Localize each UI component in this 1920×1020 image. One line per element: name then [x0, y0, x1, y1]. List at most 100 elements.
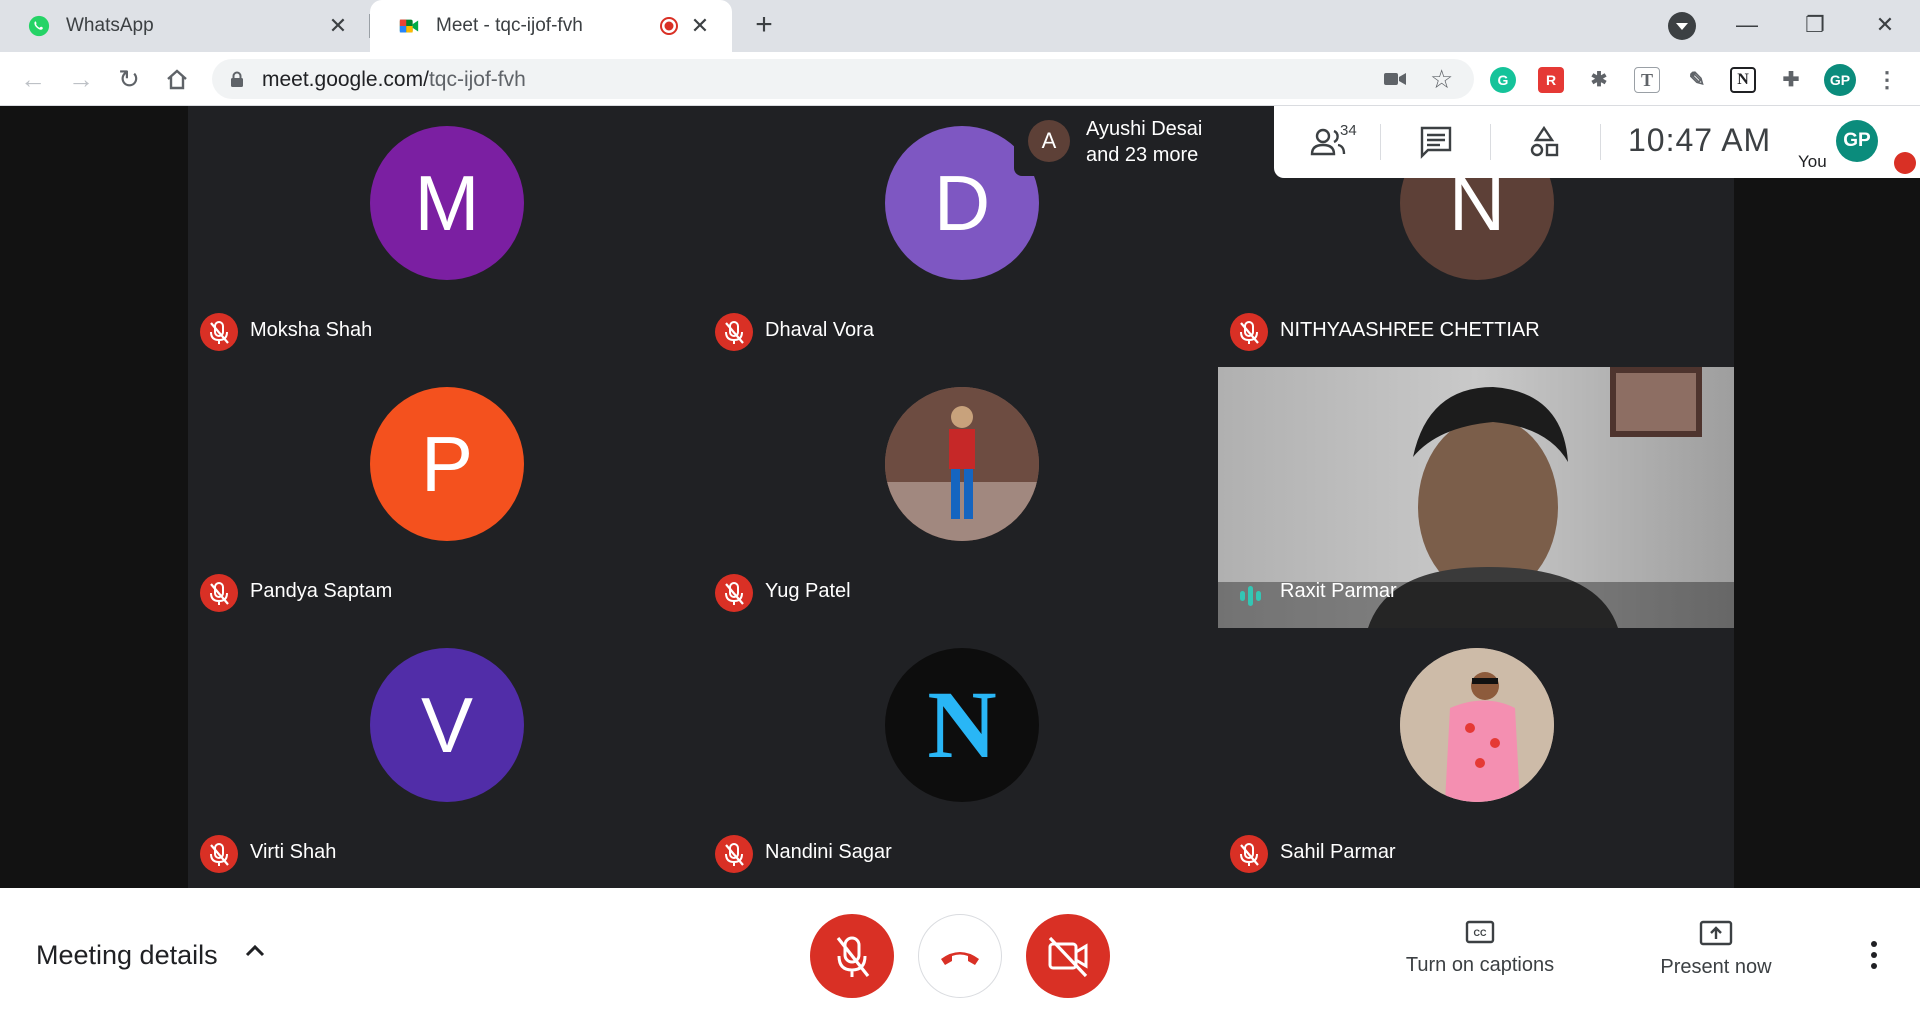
- puzzle-icon[interactable]: ✚: [1778, 67, 1804, 93]
- meeting-info-bar: 34 10:47 AM You GP: [1274, 106, 1920, 178]
- participant-tile[interactable]: Yug Patel: [703, 367, 1219, 628]
- forward-button[interactable]: →: [64, 62, 98, 96]
- divider: [1490, 124, 1491, 160]
- chat-icon[interactable]: [1416, 124, 1456, 160]
- url-path: tqc-ijof-fvh: [428, 68, 526, 91]
- leave-call-button[interactable]: [918, 914, 1002, 998]
- participant-tile[interactable]: V Virti Shah: [188, 628, 704, 889]
- closed-captions-icon: CC: [1465, 920, 1495, 944]
- camera-off-icon: [1048, 936, 1088, 978]
- people-count: 34: [1340, 122, 1357, 139]
- participant-name: Pandya Saptam: [250, 580, 393, 602]
- muted-mic-icon: [715, 574, 753, 612]
- tab-search-button[interactable]: [1668, 12, 1696, 40]
- participant-name: Virti Shah: [250, 841, 337, 863]
- activities-icon[interactable]: [1524, 124, 1564, 160]
- stage-margin-right: [1734, 106, 1920, 888]
- chevron-up-icon[interactable]: [240, 936, 270, 966]
- notion-icon[interactable]: N: [1730, 67, 1756, 93]
- lock-icon: [231, 71, 243, 87]
- whatsapp-icon: [28, 15, 50, 37]
- muted-mic-icon: [715, 835, 753, 873]
- participant-avatar: V: [370, 648, 524, 802]
- meeting-stage: M Moksha Shah D Dhaval Vora N NITHYAASHR…: [0, 106, 1920, 888]
- divider: [1380, 124, 1381, 160]
- participant-name: Dhaval Vora: [765, 319, 874, 341]
- participant-tile[interactable]: Sahil Parmar: [1218, 628, 1734, 889]
- participant-video-tile[interactable]: Raxit Parmar: [1218, 367, 1734, 628]
- muted-mic-icon: [715, 313, 753, 351]
- call-controls: Meeting details CC Turn on captions Pres…: [0, 888, 1920, 1020]
- microphone-toggle-button[interactable]: [810, 914, 894, 998]
- presenter-label: Ayushi Desai and 23 more: [1086, 116, 1202, 168]
- tab-whatsapp[interactable]: WhatsApp ✕: [0, 0, 370, 52]
- reload-button[interactable]: ↻: [112, 62, 146, 96]
- participant-name: Raxit Parmar: [1280, 580, 1397, 602]
- camera-in-use-icon[interactable]: [1384, 71, 1406, 87]
- new-tab-button[interactable]: +: [748, 10, 780, 42]
- participant-name: Sahil Parmar: [1280, 841, 1396, 863]
- presenter-name: Ayushi Desai: [1086, 118, 1203, 140]
- window-close-button[interactable]: ✕: [1860, 8, 1910, 42]
- url-text: meet.google.com/tqc-ijof-fvh: [262, 68, 526, 92]
- text-icon[interactable]: T: [1634, 67, 1660, 93]
- mic-off-icon: [836, 936, 870, 977]
- more-options-icon[interactable]: [1864, 938, 1884, 972]
- present-label: Present now: [1660, 956, 1772, 978]
- participant-name: NITHYAASHREE CHETTIAR: [1280, 319, 1540, 341]
- muted-mic-icon: [200, 574, 238, 612]
- participant-tile[interactable]: P Pandya Saptam: [188, 367, 704, 628]
- speaking-indicator-icon: [1240, 586, 1261, 606]
- person-photo-icon: [1400, 648, 1554, 802]
- minimize-button[interactable]: —: [1722, 8, 1772, 42]
- muted-mic-icon: [1230, 313, 1268, 351]
- restore-button[interactable]: ❐: [1790, 8, 1840, 42]
- back-button[interactable]: ←: [16, 62, 50, 96]
- bug-icon[interactable]: ✱: [1586, 67, 1612, 93]
- muted-mic-icon: [1230, 835, 1268, 873]
- participant-avatar: M: [370, 126, 524, 280]
- participant-photo: [885, 387, 1039, 541]
- recording-icon: [660, 17, 678, 35]
- home-icon[interactable]: [160, 62, 194, 96]
- participant-photo: N: [885, 648, 1039, 802]
- browser-menu-icon[interactable]: ⋮: [1874, 67, 1900, 93]
- self-muted-icon: [1894, 152, 1916, 174]
- participant-tile[interactable]: N Nandini Sagar: [703, 628, 1219, 889]
- captions-button[interactable]: CC Turn on captions: [1400, 920, 1560, 977]
- meeting-clock: 10:47 AM: [1628, 122, 1772, 158]
- meeting-details-button[interactable]: Meeting details: [36, 940, 218, 971]
- readwise-icon[interactable]: R: [1538, 67, 1564, 93]
- you-label: You: [1798, 152, 1827, 171]
- google-meet-icon: [399, 19, 419, 33]
- tab-bar: WhatsApp ✕ Meet - tqc-ijof-fvh ✕ + — ❐ ✕: [0, 0, 1920, 52]
- presenter-pill[interactable]: A Ayushi Desai and 23 more: [1014, 106, 1274, 176]
- divider: [1600, 124, 1601, 160]
- address-bar[interactable]: meet.google.com/tqc-ijof-fvh ☆: [212, 59, 1474, 99]
- tab-title: Meet - tqc-ijof-fvh: [436, 15, 583, 36]
- participant-tile[interactable]: M Moksha Shah: [188, 106, 704, 367]
- self-avatar[interactable]: GP: [1836, 120, 1878, 162]
- present-now-button[interactable]: Present now: [1646, 920, 1786, 979]
- grammarly-icon[interactable]: G: [1490, 67, 1516, 93]
- participant-name: Yug Patel: [765, 580, 851, 602]
- url-host: meet.google.com/: [262, 68, 429, 91]
- muted-mic-icon: [200, 313, 238, 351]
- person-photo-icon: [885, 387, 1039, 541]
- stage-margin-left: [0, 106, 188, 888]
- camera-toggle-button[interactable]: [1026, 914, 1110, 998]
- browser-toolbar: ← → ↻ meet.google.com/tqc-ijof-fvh ☆ G R…: [0, 52, 1920, 106]
- profile-avatar[interactable]: GP: [1824, 64, 1856, 96]
- close-tab-icon[interactable]: ✕: [324, 12, 352, 40]
- participant-name: Nandini Sagar: [765, 841, 892, 863]
- participant-name: Moksha Shah: [250, 319, 373, 341]
- close-tab-icon[interactable]: ✕: [686, 12, 714, 40]
- captions-label: Turn on captions: [1405, 954, 1555, 976]
- participant-photo: [1400, 648, 1554, 802]
- tab-title: WhatsApp: [66, 15, 154, 36]
- presenter-more: and 23 more: [1086, 144, 1199, 166]
- tab-meet[interactable]: Meet - tqc-ijof-fvh ✕: [370, 0, 732, 52]
- bookmark-star-icon[interactable]: ☆: [1430, 65, 1453, 93]
- eyedropper-icon[interactable]: ✎: [1684, 67, 1710, 93]
- presenter-avatar: A: [1028, 120, 1070, 162]
